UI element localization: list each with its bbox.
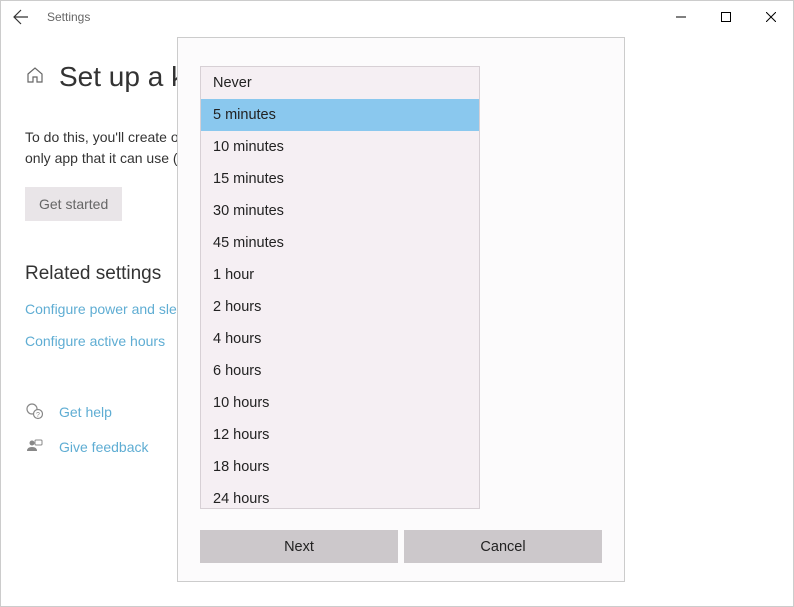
close-button[interactable] — [748, 1, 793, 33]
back-button[interactable] — [1, 1, 41, 33]
time-option[interactable]: 18 hours — [201, 451, 479, 483]
maximize-icon — [721, 12, 731, 22]
time-option[interactable]: Never — [201, 67, 479, 99]
time-option[interactable]: 24 hours — [201, 483, 479, 509]
time-option[interactable]: 10 minutes — [201, 131, 479, 163]
window-title: Settings — [41, 10, 90, 24]
time-options-listbox[interactable]: Never5 minutes10 minutes15 minutes30 min… — [200, 66, 480, 509]
home-icon — [25, 65, 45, 90]
give-feedback-link[interactable]: Give feedback — [59, 439, 149, 455]
svg-text:?: ? — [36, 412, 40, 419]
get-help-link[interactable]: Get help — [59, 404, 112, 420]
time-option[interactable]: 2 hours — [201, 291, 479, 323]
time-option[interactable]: 4 hours — [201, 323, 479, 355]
window-controls — [658, 1, 793, 33]
time-select-dialog: Never5 minutes10 minutes15 minutes30 min… — [177, 37, 625, 582]
time-option[interactable]: 5 minutes — [201, 99, 479, 131]
minimize-icon — [676, 12, 686, 22]
titlebar: Settings — [1, 1, 793, 33]
minimize-button[interactable] — [658, 1, 703, 33]
settings-window: Settings Set up a kiosk To do this, you'… — [0, 0, 794, 607]
next-button[interactable]: Next — [200, 530, 398, 563]
feedback-icon — [25, 438, 43, 455]
time-option[interactable]: 6 hours — [201, 355, 479, 387]
get-started-button[interactable]: Get started — [25, 187, 122, 221]
dialog-button-row: Next Cancel — [200, 530, 602, 563]
time-option[interactable]: 30 minutes — [201, 195, 479, 227]
time-option[interactable]: 15 minutes — [201, 163, 479, 195]
time-option[interactable]: 12 hours — [201, 419, 479, 451]
cancel-button[interactable]: Cancel — [404, 530, 602, 563]
back-arrow-icon — [13, 9, 29, 25]
time-option[interactable]: 10 hours — [201, 387, 479, 419]
maximize-button[interactable] — [703, 1, 748, 33]
close-icon — [766, 12, 776, 22]
time-option[interactable]: 45 minutes — [201, 227, 479, 259]
help-icon: ? — [25, 403, 43, 420]
time-option[interactable]: 1 hour — [201, 259, 479, 291]
